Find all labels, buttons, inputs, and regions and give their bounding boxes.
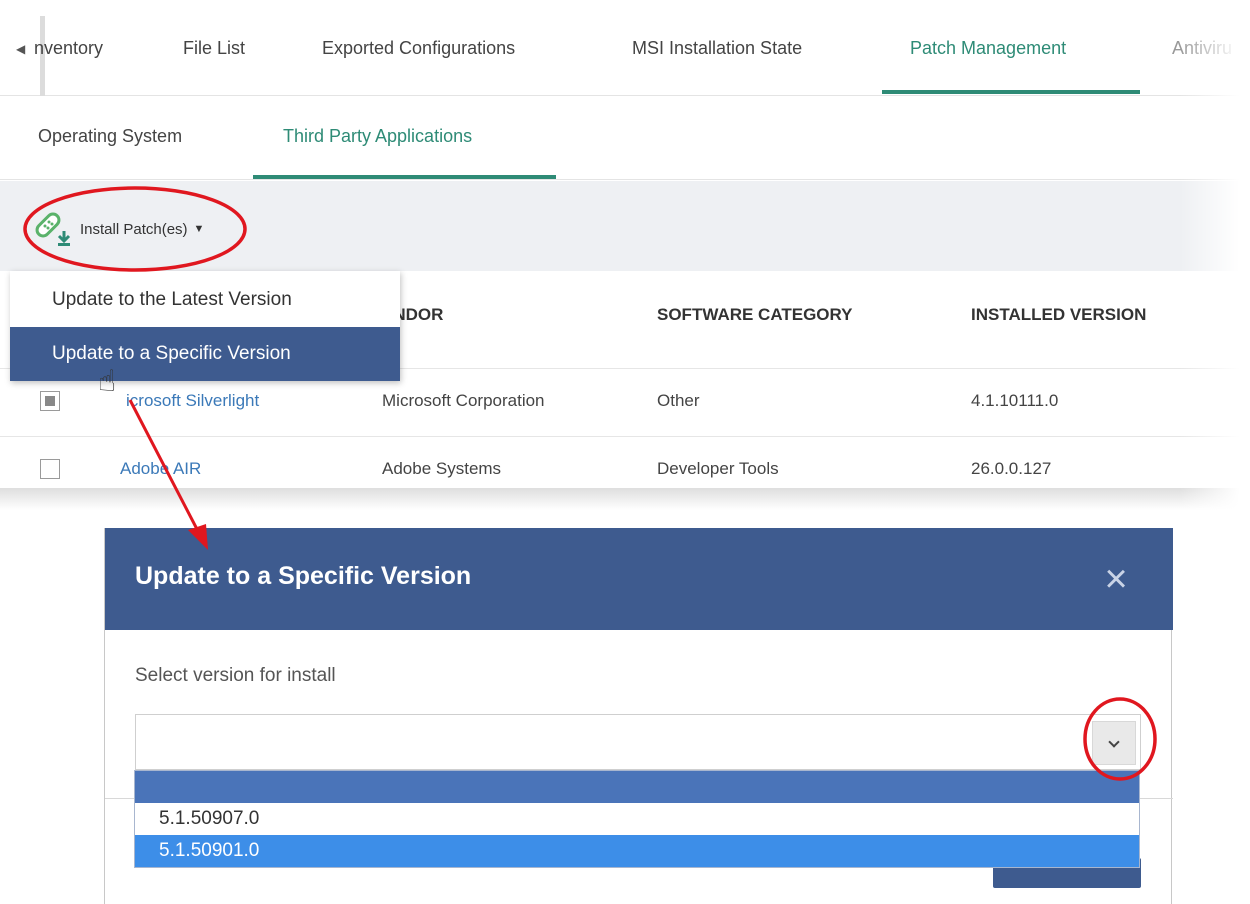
- patch-download-icon: [35, 212, 71, 246]
- category-cell: Developer Tools: [657, 459, 779, 478]
- install-patches-button[interactable]: Install Patch(es) ▼: [32, 209, 204, 249]
- version-field-label: Select version for install: [135, 665, 336, 686]
- menu-item-update-specific[interactable]: Update to a Specific Version: [10, 327, 400, 381]
- hand-cursor-icon: ☝: [98, 365, 117, 398]
- tab-msi-installation-state[interactable]: MSI Installation State: [632, 38, 802, 59]
- tab-patch-management[interactable]: Patch Management: [910, 38, 1066, 59]
- row-checkbox[interactable]: [40, 391, 60, 411]
- version-option-highlighted[interactable]: 5.1.50901.0: [135, 835, 1139, 867]
- vendor-cell: Microsoft Corporation: [382, 391, 545, 410]
- column-header-software-category[interactable]: SOFTWARE CATEGORY: [657, 305, 853, 325]
- application-name-link[interactable]: icrosoft Silverlight: [126, 391, 259, 411]
- subtab-third-party-applications[interactable]: Third Party Applications: [283, 126, 472, 147]
- install-patches-label: Install Patch(es): [80, 220, 188, 238]
- close-icon[interactable]: ×: [1099, 559, 1133, 599]
- main-tab-bar: ◀ nventory File List Exported Configurat…: [0, 8, 1250, 96]
- tab-file-list[interactable]: File List: [183, 38, 245, 59]
- version-option-blank[interactable]: [135, 771, 1139, 803]
- tab-scroll-left-icon[interactable]: ◀: [16, 42, 25, 56]
- installed-version-cell: 4.1.10111.0: [971, 391, 1059, 410]
- active-subtab-indicator: [253, 175, 556, 179]
- row-checkbox[interactable]: [40, 459, 60, 479]
- dialog-header: Update to a Specific Version ×: [105, 528, 1173, 630]
- toolbar: Install Patch(es) ▼: [0, 181, 1250, 271]
- chevron-down-icon: [1108, 736, 1120, 748]
- torn-edge: [0, 488, 1250, 510]
- subtab-operating-system[interactable]: Operating System: [38, 126, 182, 147]
- sub-tab-bar: Operating System Third Party Application…: [0, 96, 1250, 180]
- dialog-title: Update to a Specific Version: [135, 562, 472, 590]
- console-screenshot: ◀ nventory File List Exported Configurat…: [0, 0, 1250, 510]
- chevron-down-icon: ▼: [193, 223, 205, 235]
- vendor-cell: Adobe Systems: [382, 459, 502, 478]
- application-name-link[interactable]: Adobe AIR: [120, 459, 201, 479]
- version-select[interactable]: [135, 714, 1141, 770]
- category-cell: Other: [657, 391, 700, 410]
- version-options-list: 5.1.50907.0 5.1.50901.0: [134, 770, 1140, 868]
- select-dropdown-button[interactable]: [1092, 721, 1136, 765]
- installed-version-cell: 26.0.0.127: [971, 459, 1052, 478]
- tab-inventory[interactable]: nventory: [34, 38, 103, 59]
- column-header-installed-version[interactable]: INSTALLED VERSION: [971, 305, 1146, 325]
- version-option[interactable]: 5.1.50907.0: [135, 803, 1139, 835]
- tab-exported-configurations[interactable]: Exported Configurations: [322, 38, 515, 59]
- install-patches-menu: Update to the Latest Version Update to a…: [10, 271, 400, 381]
- menu-item-update-latest[interactable]: Update to the Latest Version: [10, 273, 400, 327]
- tab-antivirus[interactable]: Antiviru: [1172, 38, 1232, 59]
- active-tab-indicator: [882, 90, 1140, 94]
